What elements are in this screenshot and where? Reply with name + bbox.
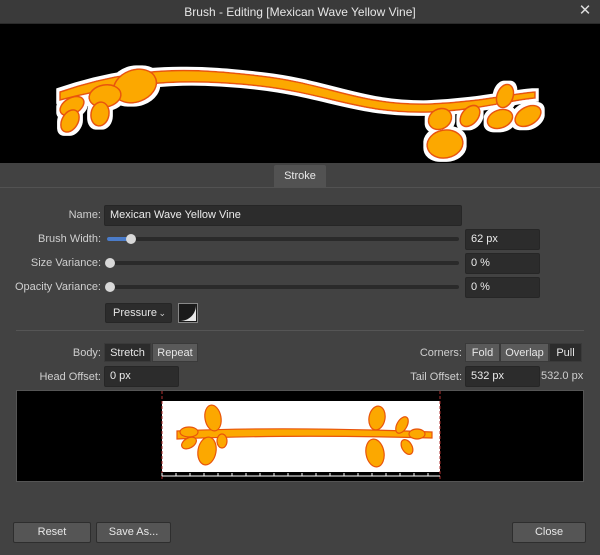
brush-width-label: Brush Width:	[38, 233, 101, 245]
name-label: Name:	[68, 209, 101, 221]
tail-offset-label: Tail Offset:	[410, 371, 462, 383]
name-field[interactable]: Mexican Wave Yellow Vine	[104, 205, 462, 226]
tab-underline	[0, 187, 600, 188]
corners-pull-button[interactable]: Pull	[549, 343, 582, 362]
brush-width-slider-knob[interactable]	[126, 234, 137, 244]
head-offset-label: Head Offset:	[39, 371, 101, 383]
close-icon[interactable]: ✕	[576, 2, 594, 20]
body-stretch-button[interactable]: Stretch	[104, 343, 151, 362]
corners-fold-button[interactable]: Fold	[465, 343, 500, 362]
pressure-curve-icon[interactable]	[178, 303, 198, 323]
close-button[interactable]: Close	[512, 522, 586, 543]
controller-dropdown-label: Pressure	[113, 307, 158, 319]
opacity-variance-slider-knob[interactable]	[105, 282, 115, 292]
size-variance-field[interactable]: 0 %	[465, 253, 540, 274]
opacity-variance-field[interactable]: 0 %	[465, 277, 540, 298]
reset-button[interactable]: Reset	[13, 522, 91, 543]
brush-width-slider-fill	[107, 237, 129, 241]
section-divider	[16, 330, 584, 331]
body-label: Body:	[72, 347, 101, 359]
size-variance-slider-knob[interactable]	[105, 258, 115, 268]
brush-preview	[0, 24, 600, 163]
save-as-button[interactable]: Save As...	[96, 522, 171, 543]
tab-stroke[interactable]: Stroke	[274, 165, 326, 188]
brush-width-field[interactable]: 62 px	[465, 229, 540, 250]
body-repeat-button[interactable]: Repeat	[152, 343, 198, 362]
brush-length-readout: 532.0 px	[541, 370, 584, 382]
title-bar: Brush - Editing [Mexican Wave Yellow Vin…	[0, 0, 600, 24]
tail-offset-field[interactable]: 532 px	[465, 366, 540, 387]
corners-label: Corners:	[419, 347, 462, 359]
window-title: Brush - Editing [Mexican Wave Yellow Vin…	[184, 5, 416, 19]
vine-source-graphic	[161, 391, 441, 481]
opacity-variance-slider[interactable]	[105, 282, 459, 292]
controller-dropdown[interactable]: Pressure ⌄	[105, 303, 172, 323]
vine-preview-graphic	[59, 68, 542, 159]
size-variance-slider[interactable]	[105, 258, 459, 268]
opacity-variance-label: Opacity Variance:	[14, 281, 101, 293]
size-variance-label: Size Variance:	[30, 257, 101, 269]
head-offset-field[interactable]: 0 px	[104, 366, 179, 387]
brush-editor-canvas[interactable]	[16, 390, 584, 482]
chevron-down-icon: ⌄	[158, 308, 166, 318]
corners-overlap-button[interactable]: Overlap	[500, 343, 549, 362]
brush-width-slider[interactable]	[107, 234, 459, 244]
